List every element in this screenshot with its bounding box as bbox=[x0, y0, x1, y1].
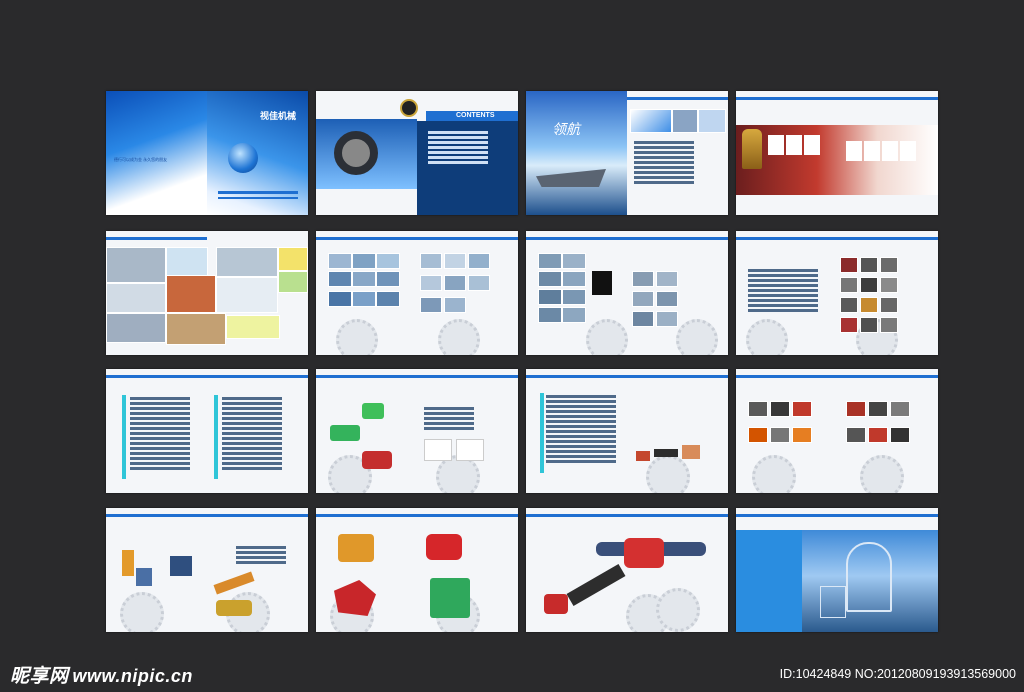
wheel-icon bbox=[334, 131, 378, 175]
cover-slogan: 德行可以成为金 永久您的朋友 bbox=[114, 157, 168, 162]
spread-equipment bbox=[316, 231, 518, 355]
contents-label: CONTENTS bbox=[456, 112, 495, 119]
globe-icon bbox=[228, 143, 258, 173]
spread-conveyor bbox=[526, 508, 728, 632]
spread-contents: CONTENTS bbox=[316, 91, 518, 215]
spread-products4 bbox=[736, 369, 938, 493]
leader-title: 领航 bbox=[552, 122, 580, 138]
watermark-brand: 昵享网 bbox=[10, 666, 69, 687]
watermark: 昵享网 www.nipic.cn bbox=[10, 661, 193, 688]
spread-back bbox=[736, 508, 938, 632]
spread-machines bbox=[316, 508, 518, 632]
spread-process bbox=[526, 231, 728, 355]
spread-cover: 视佳机械 德行可以成为金 永久您的朋友 bbox=[106, 91, 308, 215]
trophy-icon bbox=[742, 129, 762, 169]
spread-table bbox=[106, 369, 308, 493]
logo-icon bbox=[400, 99, 418, 117]
spread-leader: 领航 bbox=[526, 91, 728, 215]
spread-factory bbox=[106, 231, 308, 355]
spread-honor bbox=[736, 91, 938, 215]
watermark-url: www.nipic.cn bbox=[72, 666, 193, 686]
spread-products1 bbox=[736, 231, 938, 355]
silo-icon bbox=[846, 542, 892, 612]
spread-products2 bbox=[316, 369, 518, 493]
spread-mining bbox=[106, 508, 308, 632]
photo-id: ID:10424849 NO:20120809193913569000 bbox=[779, 667, 1016, 681]
spread-products3 bbox=[526, 369, 728, 493]
cover-title: 视佳机械 bbox=[260, 111, 297, 121]
